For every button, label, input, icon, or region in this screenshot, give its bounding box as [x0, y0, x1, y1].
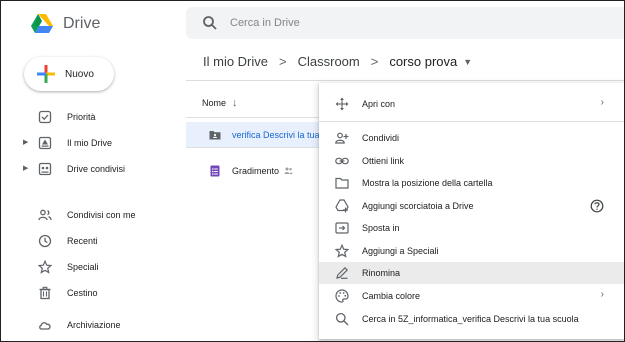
menu-item-label: Aggiungi scorciatoia a Drive — [362, 201, 474, 211]
drive-window: Drive Cerca in Drive Nuovo Priorità ▶ Il… — [0, 0, 625, 342]
arrow-down-icon[interactable]: ↓ — [232, 97, 238, 109]
google-forms-icon — [209, 165, 221, 177]
row-divider — [186, 117, 326, 118]
menu-item-show-location[interactable]: Mostra la posizione della cartella — [319, 172, 624, 194]
breadcrumb-separator: > — [279, 54, 287, 69]
menu-item-add-starred[interactable]: Aggiungi a Speciali — [319, 240, 624, 262]
drive-logo[interactable]: Drive — [31, 14, 100, 33]
row-divider — [186, 147, 326, 148]
breadcrumb-item-my-drive[interactable]: Il mio Drive — [203, 54, 268, 69]
file-row[interactable]: verifica Descrivi la tua scuola — [186, 122, 326, 147]
menu-item-label: Cambia colore — [362, 291, 421, 301]
menu-separator — [319, 121, 624, 122]
sidebar-item-label: Recenti — [67, 236, 98, 246]
search-placeholder: Cerca in Drive — [230, 17, 300, 29]
plus-icon — [37, 65, 55, 83]
person-add-icon — [335, 131, 349, 145]
sidebar-item-priority[interactable]: Priorità — [1, 104, 186, 130]
search-icon[interactable] — [202, 15, 218, 31]
header-divider — [186, 80, 624, 81]
clock-icon — [38, 234, 52, 248]
star-icon — [335, 244, 349, 258]
sidebar-item-starred[interactable]: Speciali — [1, 254, 186, 280]
chevron-right-icon: › — [600, 97, 604, 108]
search-bar[interactable]: Cerca in Drive — [186, 7, 624, 39]
sidebar-item-my-drive[interactable]: ▶ Il mio Drive — [1, 130, 186, 156]
context-menu: Apri con › Condividi Ottieni link Mostra… — [319, 83, 624, 339]
menu-item-label: Aggiungi a Speciali — [362, 246, 439, 256]
menu-item-change-color[interactable]: Cambia colore › — [319, 285, 624, 307]
sidebar-item-label: Archiviazione — [67, 320, 121, 330]
star-icon — [38, 260, 52, 274]
folder-dropdown-icon[interactable]: ▼ — [463, 57, 472, 67]
shared-drives-icon — [38, 162, 52, 176]
people-icon — [38, 208, 52, 222]
sidebar-item-recent[interactable]: Recenti — [1, 228, 186, 254]
move-to-icon — [335, 221, 349, 235]
app-name: Drive — [63, 14, 101, 32]
menu-item-label: Condividi — [362, 133, 400, 143]
menu-item-open-with[interactable]: Apri con › — [319, 93, 624, 115]
sidebar-item-shared-drives[interactable]: ▶ Drive condivisi — [1, 156, 186, 182]
add-shortcut-icon — [335, 199, 349, 213]
menu-item-rename[interactable]: Rinomina — [319, 262, 624, 284]
menu-item-get-link[interactable]: Ottieni link — [319, 150, 624, 172]
chevron-right-icon: › — [600, 289, 604, 300]
priority-check-icon — [38, 110, 52, 124]
file-row[interactable]: Gradimento — [186, 158, 326, 183]
sidebar-item-trash[interactable]: Cestino — [1, 280, 186, 306]
new-button[interactable]: Nuovo — [24, 57, 114, 91]
palette-icon — [335, 289, 349, 303]
sidebar-item-shared-with-me[interactable]: Condivisi con me — [1, 202, 186, 228]
new-button-label: Nuovo — [65, 68, 94, 80]
menu-item-label: Rinomina — [362, 268, 401, 278]
google-drive-logo-icon — [31, 14, 53, 33]
sidebar-item-label: Drive condivisi — [67, 164, 126, 174]
menu-item-label: Mostra la posizione della cartella — [362, 178, 493, 188]
menu-item-add-shortcut[interactable]: Aggiungi scorciatoia a Drive — [319, 195, 624, 217]
expand-caret-icon[interactable]: ▶ — [23, 138, 28, 146]
breadcrumb-item-current[interactable]: corso prova — [389, 54, 457, 69]
trash-icon — [38, 286, 52, 300]
menu-item-label: Ottieni link — [362, 156, 405, 166]
menu-item-search-in[interactable]: Cerca in 5Z_informatica_verifica Descriv… — [319, 308, 624, 330]
folder-outline-icon — [335, 176, 349, 190]
sidebar-nav: Priorità ▶ Il mio Drive ▶ Drive condivis… — [1, 104, 186, 338]
column-header-name[interactable]: Nome ↓ — [202, 97, 238, 109]
breadcrumb-separator: > — [370, 54, 379, 69]
file-name: verifica Descrivi la tua scuola — [232, 129, 326, 140]
link-icon — [335, 154, 349, 168]
pencil-icon — [335, 266, 349, 280]
menu-item-label: Apri con — [362, 99, 396, 109]
shared-folder-icon — [209, 129, 221, 141]
column-header-label: Nome — [202, 98, 227, 108]
breadcrumb: Il mio Drive > Classroom > corso prova ▼ — [203, 54, 472, 69]
open-with-icon — [335, 97, 349, 111]
menu-item-label: Cerca in 5Z_informatica_verifica Descriv… — [362, 314, 579, 324]
menu-item-share[interactable]: Condividi — [319, 127, 624, 149]
sidebar-item-label: Speciali — [67, 262, 99, 272]
sidebar-item-label: Cestino — [67, 288, 98, 298]
help-icon[interactable] — [590, 199, 604, 213]
sidebar-item-storage[interactable]: Archiviazione — [1, 312, 186, 338]
sidebar-item-label: Priorità — [67, 112, 96, 122]
expand-caret-icon[interactable]: ▶ — [23, 164, 28, 172]
cloud-icon — [38, 318, 52, 332]
sidebar-item-label: Condivisi con me — [67, 210, 136, 220]
file-name: Gradimento — [232, 165, 280, 176]
search-icon — [335, 312, 349, 326]
menu-item-move-to[interactable]: Sposta in — [319, 217, 624, 239]
sidebar-item-label: Il mio Drive — [67, 138, 113, 148]
breadcrumb-item-classroom[interactable]: Classroom — [298, 54, 360, 69]
my-drive-icon — [38, 136, 52, 150]
menu-item-label: Sposta in — [362, 223, 400, 233]
shared-people-icon — [284, 166, 293, 175]
